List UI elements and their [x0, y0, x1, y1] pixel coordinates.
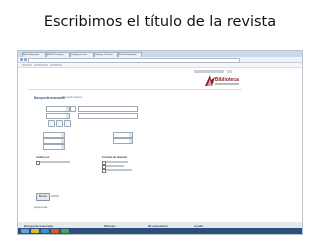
- reset-link[interactable]: [51, 195, 59, 197]
- folder-icon[interactable]: [31, 229, 39, 233]
- header-divider: [28, 89, 242, 90]
- limit-section-label: Limitar por: [36, 156, 50, 159]
- top-links[interactable]: [194, 70, 224, 73]
- browser-icon[interactable]: [41, 229, 49, 233]
- feedback-link[interactable]: Sugerencias: [34, 206, 47, 209]
- app-icon[interactable]: [61, 229, 69, 233]
- options-icon[interactable]: [64, 120, 71, 127]
- back-icon[interactable]: [20, 58, 23, 61]
- web-page: Biblioteca Búsqueda avanzada Búsqueda bá…: [18, 68, 302, 234]
- add-row-icon[interactable]: [48, 120, 55, 127]
- basic-search-link[interactable]: Búsqueda básica: [62, 96, 82, 99]
- app-icon[interactable]: [51, 229, 59, 233]
- slide-title: Escribimos el título de la revista: [43, 14, 277, 30]
- limit-select-3[interactable]: [43, 144, 65, 150]
- remove-row-icon[interactable]: [56, 120, 63, 127]
- bookmark-item[interactable]: [50, 64, 62, 66]
- search-operator-select-1[interactable]: [70, 106, 76, 112]
- logo-subtitle: [215, 83, 239, 85]
- start-icon[interactable]: [21, 229, 29, 233]
- top-links-extra[interactable]: [227, 70, 232, 73]
- chevron-down-icon: [61, 133, 64, 137]
- forward-icon[interactable]: [24, 58, 27, 61]
- chevron-down-icon: [66, 114, 69, 118]
- browser-screenshot: Biblio | Búsqueda... EBSCO Discovery Cat…: [17, 50, 303, 235]
- chevron-down-icon: [61, 139, 64, 143]
- bookmark-item[interactable]: [34, 64, 48, 66]
- chevron-down-icon: [66, 107, 69, 111]
- format-checkbox-label: [106, 165, 124, 167]
- chevron-down-icon: [61, 145, 64, 149]
- bookmark-item[interactable]: [22, 64, 32, 66]
- advanced-search-heading: Búsqueda avanzada: [34, 96, 65, 100]
- search-field-select-1[interactable]: [46, 106, 70, 112]
- library-logo: Biblioteca: [204, 74, 240, 88]
- chevron-down-icon: [129, 139, 132, 143]
- search-term-input-1[interactable]: [78, 106, 138, 112]
- format-checkbox-label: [106, 169, 132, 171]
- limit-select-5[interactable]: [113, 138, 133, 144]
- search-term-input-2[interactable]: [78, 113, 138, 119]
- chevron-down-icon: [129, 133, 132, 137]
- search-field-select-2[interactable]: [46, 113, 70, 119]
- format-checkbox-label: [106, 161, 128, 163]
- windows-taskbar: [18, 228, 302, 234]
- search-button[interactable]: Buscar: [36, 193, 50, 201]
- format-section-label: Formato de material: [102, 156, 127, 159]
- limit-checkbox-label: [40, 161, 70, 163]
